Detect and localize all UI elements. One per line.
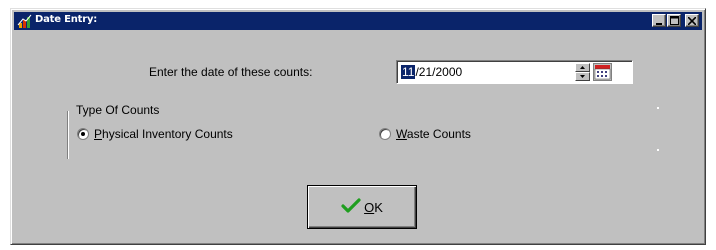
divider-dot <box>657 149 659 151</box>
checkmark-icon <box>341 197 361 217</box>
title-bar[interactable]: Date Entry: <box>14 12 702 30</box>
ok-button[interactable]: OK <box>307 185 417 229</box>
app-chart-icon <box>17 13 33 29</box>
date-spinner[interactable] <box>575 63 590 81</box>
divider-dot <box>657 107 659 109</box>
date-value[interactable]: 11/21/2000 <box>401 65 462 79</box>
spin-down-icon <box>580 75 585 78</box>
calendar-icon <box>593 63 612 81</box>
window-title: Date Entry: <box>35 14 98 25</box>
date-selected-segment[interactable]: 11 <box>401 65 416 79</box>
group-label: Type Of Counts <box>75 103 161 117</box>
date-entry-dialog: Date Entry: Enter the date of these coun… <box>10 8 706 245</box>
maximize-button[interactable] <box>667 14 681 27</box>
spin-up-button[interactable] <box>575 63 590 72</box>
count-type-group: Type Of Counts Physical Inventory Counts… <box>67 103 659 159</box>
minimize-button[interactable] <box>652 14 666 27</box>
ok-label: OK <box>364 199 383 215</box>
spin-up-icon <box>580 66 585 69</box>
calendar-button[interactable] <box>593 63 612 81</box>
spin-down-button[interactable] <box>575 72 590 81</box>
date-remaining: /21/2000 <box>415 65 463 79</box>
date-input[interactable]: 11/21/2000 <box>396 60 633 84</box>
maximize-icon <box>669 16 679 25</box>
radio-waste-counts[interactable]: Waste Counts <box>379 127 471 141</box>
group-border <box>67 111 69 159</box>
radio-button-checked[interactable] <box>77 128 89 140</box>
radio-label-waste: Waste Counts <box>396 127 471 141</box>
date-prompt-label: Enter the date of these counts: <box>149 65 313 79</box>
radio-label-physical: Physical Inventory Counts <box>94 127 233 141</box>
minimize-icon <box>656 22 662 25</box>
close-icon <box>688 16 696 25</box>
radio-button-unchecked[interactable] <box>379 128 391 140</box>
radio-physical-inventory[interactable]: Physical Inventory Counts <box>77 127 233 141</box>
close-button[interactable] <box>685 14 699 27</box>
